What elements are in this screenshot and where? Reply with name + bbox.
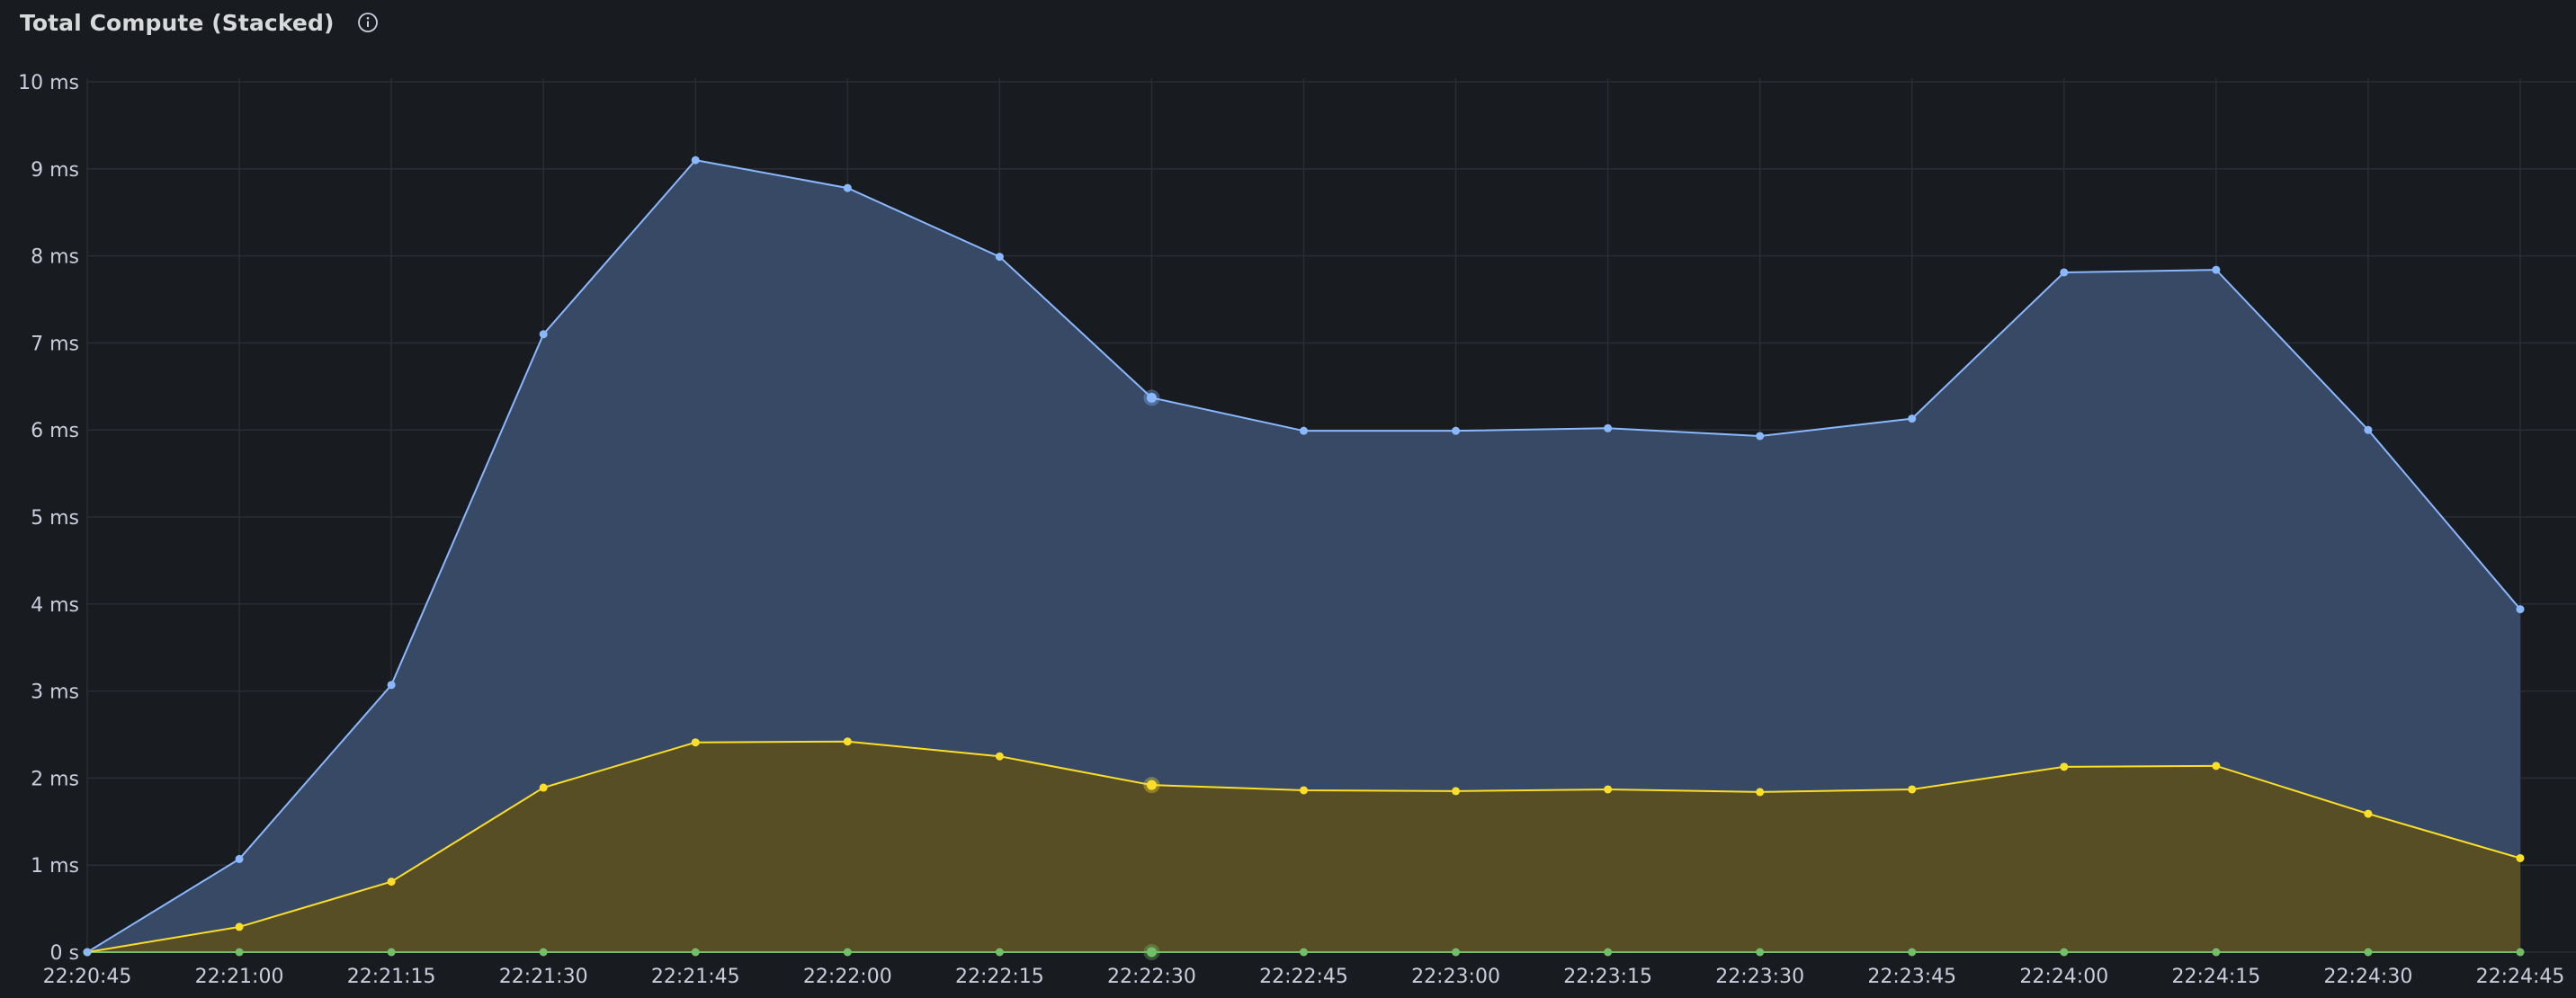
data-point bbox=[1452, 787, 1461, 796]
data-point bbox=[843, 183, 852, 192]
data-point bbox=[995, 253, 1004, 262]
x-tick-label: 22:21:30 bbox=[499, 966, 588, 988]
chart-panel: Total Compute (Stacked) 0 s1 ms 2 ms 3 ms 4… bbox=[0, 0, 2576, 998]
data-point bbox=[2516, 605, 2525, 614]
data-point bbox=[387, 878, 396, 887]
x-tick-label: 22:22:45 bbox=[1259, 966, 1348, 988]
x-tick-label: 22:21:15 bbox=[347, 966, 436, 988]
x-tick-label: 22:21:00 bbox=[195, 966, 284, 988]
data-point bbox=[539, 330, 548, 339]
data-point bbox=[2516, 853, 2525, 862]
x-tick-label: 22:24:30 bbox=[2324, 966, 2413, 988]
x-tick-label: 22:23:45 bbox=[1867, 966, 1956, 988]
y-tick-label: 9 ms bbox=[31, 159, 79, 182]
data-point bbox=[691, 738, 700, 747]
y-axis: 0 s 1 ms 2 ms 3 ms 4 ms 5 ms 6 ms 7 ms 8 ms 9 ms 1… bbox=[18, 72, 79, 965]
x-tick-label: 22:23:30 bbox=[1715, 966, 1804, 988]
data-point bbox=[1146, 392, 1157, 403]
data-point bbox=[1604, 423, 1613, 432]
data-point bbox=[691, 156, 700, 165]
data-point bbox=[1300, 786, 1308, 795]
y-tick-label: 6 ms bbox=[31, 420, 79, 442]
data-point bbox=[1452, 948, 1461, 957]
data-point bbox=[2212, 762, 2221, 771]
data-point bbox=[2060, 268, 2069, 277]
x-tick-label: 22:24:15 bbox=[2171, 966, 2260, 988]
data-point bbox=[235, 854, 244, 863]
data-point bbox=[1604, 785, 1613, 794]
data-point bbox=[1756, 948, 1765, 957]
x-tick-label: 22:24:45 bbox=[2476, 966, 2565, 988]
data-point bbox=[1908, 414, 1917, 423]
y-tick-label: 7 ms bbox=[31, 333, 79, 355]
data-point bbox=[1604, 948, 1613, 957]
data-point bbox=[2516, 948, 2525, 957]
y-tick-label: 3 ms bbox=[31, 682, 79, 704]
y-tick-label: 10 ms bbox=[18, 72, 79, 94]
data-point bbox=[235, 922, 244, 931]
data-point bbox=[995, 948, 1004, 957]
y-tick-label: 2 ms bbox=[31, 768, 79, 790]
y-tick-label: 0 s bbox=[50, 942, 79, 965]
x-tick-label: 22:23:00 bbox=[1411, 966, 1500, 988]
data-point bbox=[1452, 426, 1461, 435]
data-point bbox=[539, 783, 548, 792]
x-tick-label: 22:20:45 bbox=[43, 966, 132, 988]
data-point bbox=[387, 681, 396, 690]
x-tick-label: 22:23:15 bbox=[1563, 966, 1652, 988]
data-point bbox=[387, 948, 396, 957]
data-point bbox=[1756, 788, 1765, 797]
data-point bbox=[2364, 425, 2373, 434]
y-tick-label: 8 ms bbox=[31, 246, 79, 269]
data-point bbox=[1908, 948, 1917, 957]
data-point bbox=[83, 948, 92, 957]
y-tick-label: 5 ms bbox=[31, 507, 79, 530]
y-tick-label: 4 ms bbox=[31, 594, 79, 617]
data-point bbox=[2060, 948, 2069, 957]
data-point bbox=[2060, 762, 2069, 771]
data-point bbox=[1300, 948, 1308, 957]
data-point bbox=[1908, 785, 1917, 794]
data-point bbox=[235, 948, 244, 957]
data-point bbox=[2364, 948, 2373, 957]
data-point bbox=[1146, 947, 1157, 958]
x-tick-label: 22:24:00 bbox=[2019, 966, 2108, 988]
x-axis: 22:20:45 22:21:00 22:21:15 22:21:30 22:21:45… bbox=[43, 966, 2565, 988]
data-point bbox=[691, 948, 700, 957]
data-point bbox=[843, 948, 852, 957]
data-point bbox=[843, 737, 852, 746]
data-point bbox=[2212, 948, 2221, 957]
data-point bbox=[1300, 426, 1308, 435]
x-tick-label: 22:21:45 bbox=[651, 966, 740, 988]
data-point bbox=[2364, 809, 2373, 818]
x-tick-label: 22:22:30 bbox=[1107, 966, 1196, 988]
data-point bbox=[995, 752, 1004, 761]
x-tick-label: 22:22:00 bbox=[803, 966, 892, 988]
x-tick-label: 22:22:15 bbox=[955, 966, 1044, 988]
data-point bbox=[1146, 780, 1157, 790]
data-point bbox=[1756, 432, 1765, 441]
stacked-area-chart[interactable]: 0 s 1 ms 2 ms 3 ms 4 ms 5 ms 6 ms 7 ms 8 ms 9 ms 1… bbox=[0, 0, 2576, 998]
data-point bbox=[2212, 265, 2221, 274]
data-point bbox=[539, 948, 548, 957]
y-tick-label: 1 ms bbox=[31, 855, 79, 878]
